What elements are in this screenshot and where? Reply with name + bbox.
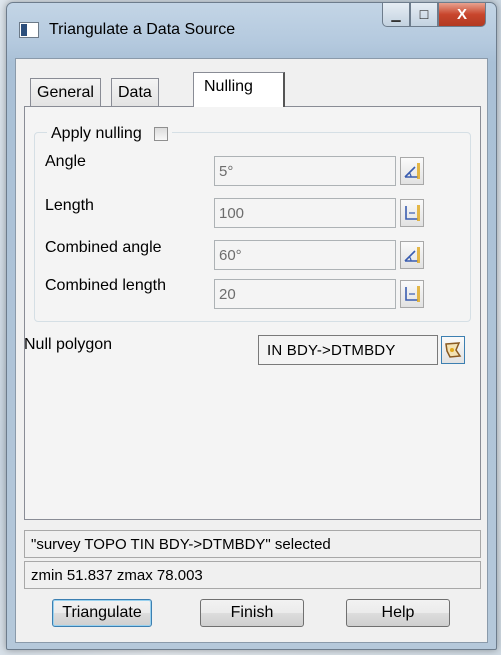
app-icon	[19, 22, 39, 38]
tab-label: Data	[118, 84, 152, 101]
angle-input[interactable]: 5°	[214, 156, 396, 186]
null-polygon-pick-button[interactable]	[441, 336, 465, 364]
status-line-selection: "survey TOPO TIN BDY->DTMBDY" selected	[24, 530, 481, 558]
dialog-window: Triangulate a Data Source ▁ ☐ X General …	[6, 2, 497, 650]
length-pick-button[interactable]	[400, 199, 424, 227]
combined-angle-input[interactable]: 60°	[214, 240, 396, 270]
length-input[interactable]: 100	[214, 198, 396, 228]
tab-label: General	[37, 84, 94, 101]
maximize-button[interactable]: ☐	[410, 3, 438, 27]
help-button[interactable]: Help	[346, 599, 450, 627]
minimize-icon: ▁	[391, 7, 401, 22]
length-label: Length	[45, 197, 94, 214]
close-button[interactable]: X	[438, 3, 486, 27]
nulling-panel: Apply nulling Angle 5° Length 100 Combin…	[24, 106, 481, 520]
nulling-group: Apply nulling Angle 5° Length 100 Combin…	[34, 125, 471, 322]
title-bar[interactable]: Triangulate a Data Source ▁ ☐ X	[7, 3, 496, 57]
group-title: Apply nulling	[47, 125, 172, 143]
combined-angle-pick-button[interactable]	[400, 241, 424, 269]
triangulate-button[interactable]: Triangulate	[52, 599, 152, 627]
apply-nulling-label: Apply nulling	[51, 125, 142, 142]
window-title: Triangulate a Data Source	[49, 21, 236, 38]
apply-nulling-checkbox[interactable]	[153, 127, 168, 141]
length-pick-icon	[405, 286, 420, 302]
angle-label: Angle	[45, 153, 86, 170]
combined-length-pick-button[interactable]	[400, 280, 424, 308]
polygon-pick-icon	[445, 342, 462, 358]
status-line-zrange: zmin 51.837 zmax 78.003	[24, 561, 481, 589]
angle-pick-button[interactable]	[400, 157, 424, 185]
minimize-button[interactable]: ▁	[382, 3, 410, 27]
tab-nulling[interactable]: Nulling	[193, 72, 285, 107]
tab-general[interactable]: General	[30, 78, 101, 106]
null-polygon-input[interactable]: IN BDY->DTMBDY	[258, 335, 438, 365]
null-polygon-label: Null polygon	[24, 336, 113, 353]
dialog-client: General Data Nulling Apply nulling Angle…	[15, 58, 488, 643]
close-icon: X	[456, 6, 467, 23]
angle-pick-icon	[404, 163, 420, 179]
finish-button[interactable]: Finish	[200, 599, 304, 627]
caption-buttons: ▁ ☐ X	[382, 3, 486, 29]
length-pick-icon	[405, 205, 420, 221]
tab-label: Nulling	[204, 78, 253, 95]
maximize-icon: ☐	[418, 7, 430, 22]
combined-length-input[interactable]: 20	[214, 279, 396, 309]
angle-pick-icon	[404, 247, 420, 263]
combined-angle-label: Combined angle	[45, 239, 162, 256]
combined-length-label: Combined length	[45, 277, 166, 294]
tab-data[interactable]: Data	[111, 78, 159, 106]
